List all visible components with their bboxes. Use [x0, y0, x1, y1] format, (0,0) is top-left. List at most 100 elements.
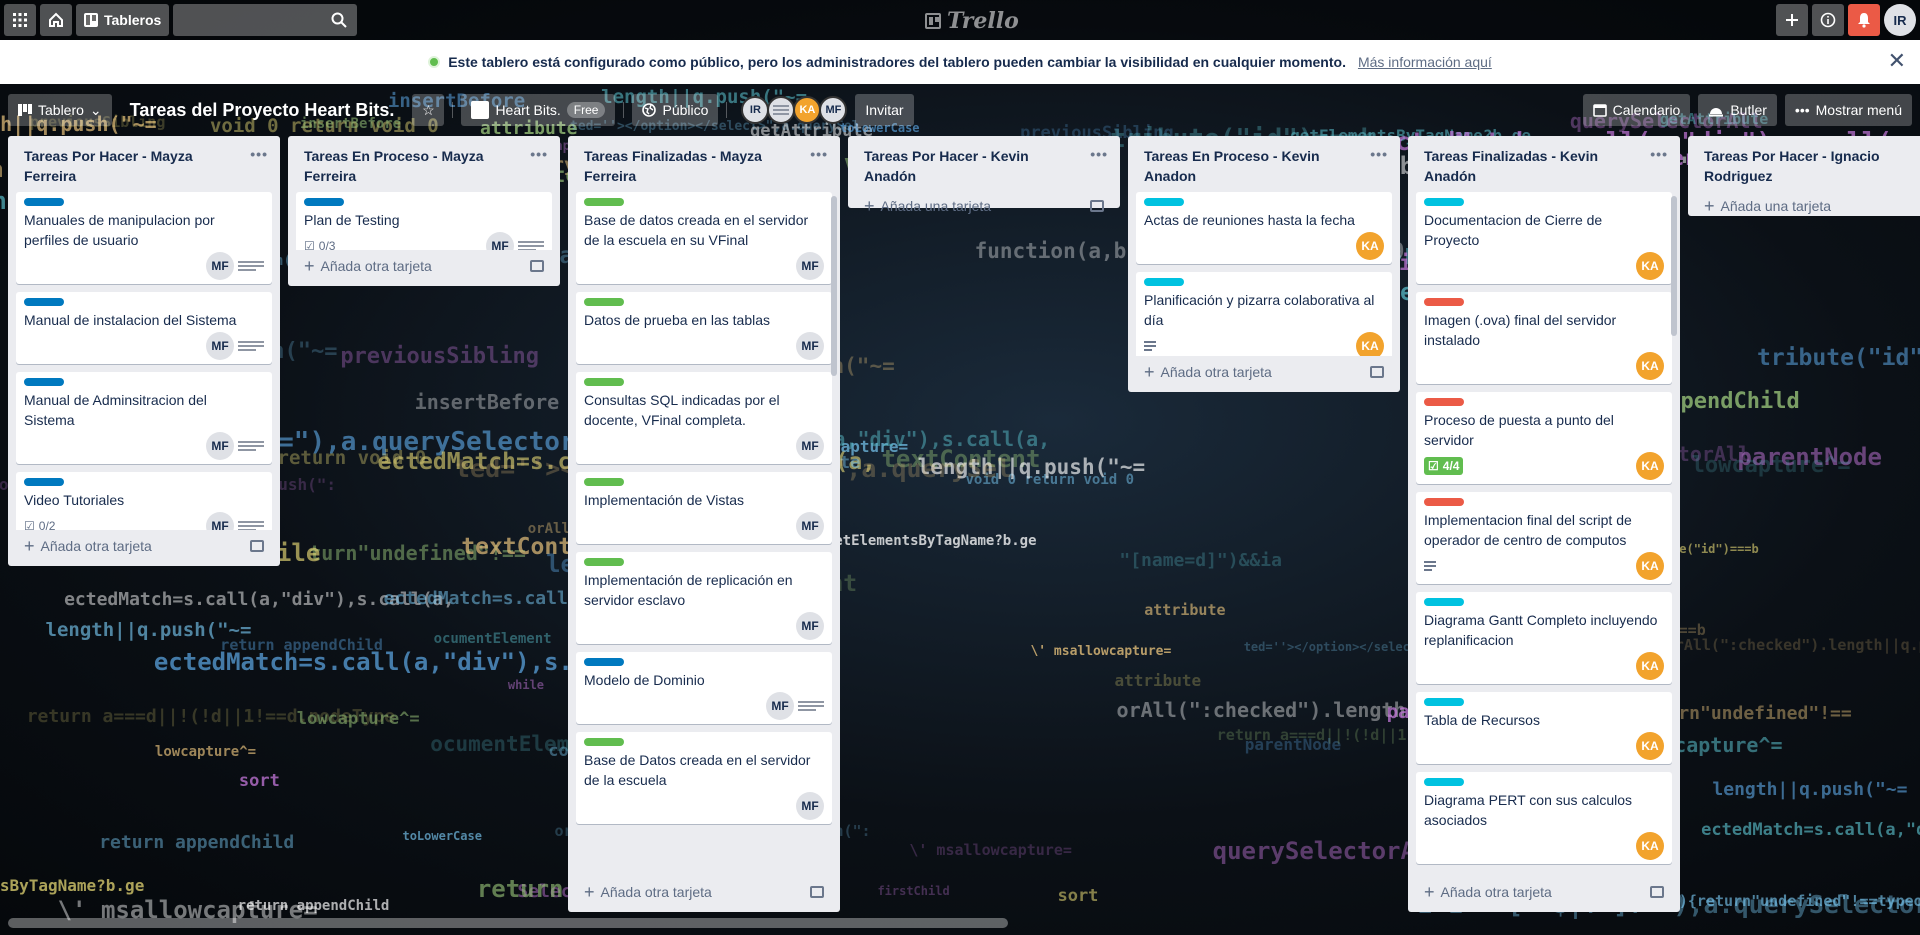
- member-avatar[interactable]: MF: [796, 612, 824, 640]
- list-title[interactable]: Tareas Por Hacer - Mayza Ferreira: [24, 148, 193, 184]
- card[interactable]: Imagen (.ova) final del servidor instala…: [1416, 292, 1672, 384]
- horizontal-scrollbar[interactable]: [8, 918, 1008, 928]
- member-avatar[interactable]: MF: [206, 512, 234, 530]
- close-icon[interactable]: ✕: [1888, 50, 1906, 72]
- card-label[interactable]: [1424, 598, 1464, 606]
- list-header[interactable]: Tareas En Proceso - Mayza Ferreira •••: [288, 136, 560, 192]
- member-avatar[interactable]: KA: [1636, 252, 1664, 280]
- card[interactable]: Video Tutoriales ☑ 0/2 MF: [16, 472, 272, 530]
- member-avatar[interactable]: KA: [1356, 232, 1384, 260]
- member-avatar[interactable]: MF: [796, 512, 824, 540]
- member-avatar[interactable]: MF: [486, 232, 514, 250]
- member-avatar[interactable]: MF: [206, 332, 234, 360]
- list[interactable]: Tareas Finalizadas - Kevin Anadón ••• Docu…: [1408, 136, 1680, 912]
- member-avatar[interactable]: MF: [819, 96, 848, 124]
- show-menu-button[interactable]: ••• Mostrar menú: [1784, 94, 1912, 126]
- invite-button[interactable]: Invitar: [855, 94, 914, 126]
- list-title[interactable]: Tareas Por Hacer - Ignacio Rodriguez: [1704, 148, 1880, 184]
- card-label[interactable]: [1424, 778, 1464, 786]
- workspace-logo-icon[interactable]: [238, 518, 264, 530]
- card[interactable]: Datos de prueba en las tablas MF: [576, 292, 832, 364]
- member-avatar[interactable]: MF: [796, 252, 824, 280]
- member-avatar[interactable]: IR: [741, 96, 770, 124]
- card-label[interactable]: [1144, 198, 1184, 206]
- workspace-button[interactable]: Heart Bits. Free: [461, 94, 616, 126]
- trello-logo[interactable]: Trello: [925, 8, 1019, 34]
- add-card-button[interactable]: + Añada otra tarjeta: [1128, 356, 1400, 392]
- list[interactable]: Tareas Por Hacer - Mayza Ferreira ••• Manu…: [8, 136, 280, 566]
- card-label[interactable]: [584, 298, 624, 306]
- member-avatar[interactable]: KA: [1636, 732, 1664, 760]
- workspace-logo-icon[interactable]: [238, 258, 264, 274]
- card-label[interactable]: [584, 738, 624, 746]
- list-header[interactable]: Tareas Por Hacer - Ignacio Rodriguez: [1688, 136, 1920, 192]
- visibility-button[interactable]: Público: [632, 94, 719, 126]
- home-button[interactable]: [40, 4, 72, 36]
- card[interactable]: Base de datos creada en el servidor de l…: [576, 192, 832, 284]
- card[interactable]: Planificación y pizarra colaborativa al …: [1136, 272, 1392, 356]
- list[interactable]: Tareas Finalizadas - Mayza Ferreira ••• Ba…: [568, 136, 840, 912]
- member-avatar[interactable]: MF: [796, 332, 824, 360]
- add-card-button[interactable]: + Añada una tarjeta: [848, 192, 1120, 224]
- search-input[interactable]: [173, 4, 358, 36]
- calendar-button[interactable]: Calendario: [1582, 94, 1691, 126]
- apps-switcher-button[interactable]: [4, 4, 36, 36]
- member-avatar[interactable]: MF: [766, 692, 794, 720]
- card-label[interactable]: [304, 198, 344, 206]
- add-card-button[interactable]: + Añada una tarjeta: [1688, 192, 1920, 224]
- list-scrollbar[interactable]: [831, 196, 837, 376]
- card[interactable]: Implementación de replicación en servido…: [576, 552, 832, 644]
- list-header[interactable]: Tareas Finalizadas - Mayza Ferreira •••: [568, 136, 840, 192]
- card[interactable]: Diagrama Gantt Completo incluyendo repla…: [1416, 592, 1672, 684]
- add-card-button[interactable]: + Añada otra tarjeta: [568, 876, 840, 912]
- card-label[interactable]: [24, 478, 64, 486]
- banner-more-info-link[interactable]: Más información aquí: [1358, 54, 1492, 70]
- card-template-icon[interactable]: [1650, 886, 1664, 898]
- list[interactable]: Tareas En Proceso - Kevin Anadon ••• Actas…: [1128, 136, 1400, 392]
- card[interactable]: Implementación de Vistas MF: [576, 472, 832, 544]
- workspace-logo-icon[interactable]: [238, 338, 264, 354]
- add-card-button[interactable]: + Añada otra tarjeta: [1408, 876, 1680, 912]
- workspace-logo-icon[interactable]: [518, 238, 544, 250]
- member-avatar[interactable]: [767, 96, 796, 124]
- create-button[interactable]: [1776, 4, 1808, 36]
- list-title[interactable]: Tareas En Proceso - Mayza Ferreira: [304, 148, 483, 184]
- card-label[interactable]: [1144, 278, 1184, 286]
- list-header[interactable]: Tareas Por Hacer - Kevin Anadón •••: [848, 136, 1120, 192]
- card[interactable]: Manuales de manipulacion por perfiles de…: [16, 192, 272, 284]
- list-menu-icon[interactable]: •••: [250, 144, 268, 164]
- list-title[interactable]: Tareas Finalizadas - Kevin Anadón: [1424, 148, 1598, 184]
- list-header[interactable]: Tareas Finalizadas - Kevin Anadón •••: [1408, 136, 1680, 192]
- card[interactable]: Manual de instalacion del Sistema MF: [16, 292, 272, 364]
- card[interactable]: Manual de Adminsitracion del Sistema MF: [16, 372, 272, 464]
- member-avatar[interactable]: KA: [793, 96, 822, 124]
- list-title[interactable]: Tareas Finalizadas - Mayza Ferreira: [584, 148, 762, 184]
- card-template-icon[interactable]: [530, 260, 544, 272]
- card[interactable]: Actas de reuniones hasta la fecha KA: [1136, 192, 1392, 264]
- add-card-button[interactable]: + Añada otra tarjeta: [8, 530, 280, 566]
- card[interactable]: Modelo de Dominio MF: [576, 652, 832, 724]
- list-header[interactable]: Tareas En Proceso - Kevin Anadon •••: [1128, 136, 1400, 192]
- list-title[interactable]: Tareas En Proceso - Kevin Anadon: [1144, 148, 1320, 184]
- card[interactable]: Implementacion final del script de opera…: [1416, 492, 1672, 584]
- card[interactable]: Diagrama PERT con sus calculos asociados…: [1416, 772, 1672, 864]
- card[interactable]: Consultas SQL indicadas por el docente, …: [576, 372, 832, 464]
- card[interactable]: Proceso de puesta a punto del servidor ☑ 4…: [1416, 392, 1672, 484]
- workspace-logo-icon[interactable]: [238, 438, 264, 454]
- list-menu-icon[interactable]: •••: [530, 144, 548, 164]
- card-label[interactable]: [1424, 498, 1464, 506]
- member-avatar[interactable]: KA: [1636, 652, 1664, 680]
- member-avatar[interactable]: KA: [1636, 552, 1664, 580]
- board-title[interactable]: Tareas del Proyecto Heart Bits.: [120, 100, 405, 121]
- card-label[interactable]: [584, 198, 624, 206]
- card-label[interactable]: [24, 198, 64, 206]
- list-menu-icon[interactable]: •••: [810, 144, 828, 164]
- card-template-icon[interactable]: [1090, 200, 1104, 212]
- boards-button[interactable]: Tableros: [76, 4, 170, 36]
- list[interactable]: Tareas En Proceso - Mayza Ferreira ••• Pla…: [288, 136, 560, 286]
- card-label[interactable]: [24, 298, 64, 306]
- list-menu-icon[interactable]: •••: [1370, 144, 1388, 164]
- member-avatar[interactable]: KA: [1356, 332, 1384, 356]
- list-title[interactable]: Tareas Por Hacer - Kevin Anadón: [864, 148, 1029, 184]
- member-avatar[interactable]: MF: [796, 432, 824, 460]
